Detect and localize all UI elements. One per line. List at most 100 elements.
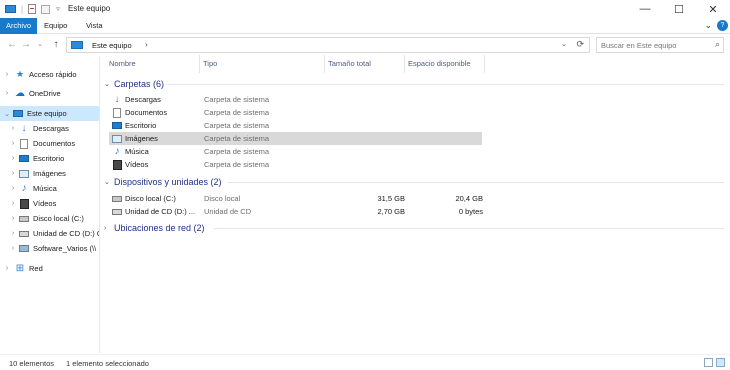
tab-equipo[interactable]: Equipo [38, 18, 73, 34]
help-icon[interactable]: ? [717, 20, 728, 31]
expand-chevron-icon[interactable]: › [9, 140, 17, 147]
sidebar-item-onedrive[interactable]: › ☁ OneDrive [0, 86, 99, 101]
sidebar-item-acceso-rapido[interactable]: › ★ Acceso rápido [0, 67, 99, 82]
group-header-devices[interactable]: ⌄ Dispositivos y unidades (2) [104, 176, 222, 188]
sidebar-item-label: OneDrive [29, 89, 61, 98]
picture-icon [112, 134, 122, 144]
sidebar-item-unidad-cd[interactable]: › Unidad de CD (D:) G [0, 226, 99, 241]
network-icon: ⊞ [15, 263, 25, 274]
list-item[interactable]: Unidad de CD (D:) ... Unidad de CD 2,70 … [109, 205, 483, 218]
ribbon-tabs: Archivo Equipo Vista ⌄ ? [0, 18, 730, 34]
item-name: Imágenes [125, 134, 158, 143]
disk-icon [112, 194, 122, 204]
new-folder-icon[interactable] [40, 3, 50, 15]
sidebar-item-label: Red [29, 264, 43, 273]
column-header-name[interactable]: Nombre [106, 55, 200, 73]
tab-archivo[interactable]: Archivo [0, 18, 38, 34]
expand-chevron-icon[interactable]: › [9, 245, 17, 252]
sidebar-item-label: Imágenes [33, 169, 66, 178]
sidebar-item-este-equipo[interactable]: ⌄ Este equipo [0, 106, 99, 121]
expand-chevron-icon[interactable]: › [9, 215, 17, 222]
expand-chevron-icon[interactable]: › [3, 90, 11, 97]
group-header-folders[interactable]: ⌄ Carpetas (6) [104, 78, 164, 90]
sidebar-item-musica[interactable]: › ♪ Música [0, 181, 99, 196]
sidebar-item-imagenes[interactable]: › Imágenes [0, 166, 99, 181]
network-drive-icon [19, 244, 29, 254]
back-button[interactable]: ← [6, 38, 18, 52]
document-icon [19, 138, 29, 149]
sidebar-item-label: Vídeos [33, 199, 57, 208]
group-divider [166, 84, 724, 85]
sidebar-item-label: Descargas [33, 124, 69, 133]
sidebar-item-escritorio[interactable]: › Escritorio [0, 151, 99, 166]
item-total-size: 31,5 GB [377, 194, 405, 203]
list-item-selected[interactable]: Imágenes Carpeta de sistema [109, 132, 482, 145]
collapse-chevron-icon[interactable]: ⌄ [104, 178, 114, 186]
breadcrumb-separator-icon[interactable]: › [145, 40, 148, 49]
expand-chevron-icon[interactable]: › [3, 265, 11, 272]
expand-chevron-icon[interactable]: › [104, 225, 114, 232]
item-type: Carpeta de sistema [204, 121, 270, 130]
computer-icon[interactable] [4, 3, 16, 15]
video-icon [19, 198, 29, 209]
forward-button[interactable]: → [20, 38, 32, 52]
collapse-chevron-icon[interactable]: ⌄ [104, 80, 114, 88]
sidebar-item-red[interactable]: › ⊞ Red [0, 261, 99, 276]
item-name: Escritorio [125, 121, 157, 130]
details-view-icon[interactable] [704, 358, 713, 367]
sidebar-item-label: Escritorio [33, 154, 65, 163]
breadcrumb[interactable]: Este equipo [92, 41, 132, 50]
expand-chevron-icon[interactable]: › [9, 200, 17, 207]
list-item[interactable]: Escritorio Carpeta de sistema [109, 119, 482, 132]
expand-chevron-icon[interactable]: › [9, 170, 17, 177]
address-bar[interactable]: Este equipo › ⌄ ⟳ [66, 37, 590, 53]
close-button[interactable]: ✕ [696, 0, 730, 18]
sidebar-item-disco-local[interactable]: › Disco local (C:) [0, 211, 99, 226]
properties-icon[interactable] [27, 3, 37, 15]
expand-chevron-icon[interactable]: › [9, 155, 17, 162]
item-total-size: 2,70 GB [377, 207, 405, 216]
group-title: Ubicaciones de red (2) [114, 223, 205, 233]
up-button[interactable]: ↑ [50, 38, 62, 52]
sidebar-item-label: Documentos [33, 139, 76, 148]
search-box[interactable]: Buscar en Este equipo ⌕ [596, 37, 724, 53]
window-title: Este equipo [68, 4, 111, 13]
sidebar-item-descargas[interactable]: › ↓ Descargas [0, 121, 99, 136]
music-icon: ♪ [114, 146, 120, 157]
quick-access-dropdown-icon[interactable]: ▿ [53, 3, 63, 15]
expand-chevron-icon[interactable]: › [9, 230, 17, 237]
minimize-button[interactable]: — [628, 0, 662, 18]
item-type: Carpeta de sistema [204, 147, 270, 156]
maximize-button[interactable]: ☐ [662, 0, 696, 18]
group-divider [228, 182, 724, 183]
search-input[interactable]: Buscar en Este equipo [601, 41, 676, 50]
column-header-type[interactable]: Tipo [200, 55, 325, 73]
sidebar-item-videos[interactable]: › Vídeos [0, 196, 99, 211]
expand-chevron-icon[interactable]: › [9, 125, 17, 132]
list-item[interactable]: Documentos Carpeta de sistema [109, 106, 482, 119]
expand-ribbon-icon[interactable]: ⌄ [704, 20, 712, 31]
tab-vista[interactable]: Vista [80, 18, 109, 34]
list-item[interactable]: ↓ Descargas Carpeta de sistema [109, 93, 482, 106]
group-header-network[interactable]: › Ubicaciones de red (2) [104, 222, 205, 234]
item-type: Unidad de CD [204, 207, 252, 216]
sidebar-item-software-varios[interactable]: › Software_Varios (\\ [0, 241, 99, 256]
list-item[interactable]: Disco local (C:) Disco local 31,5 GB 20,… [109, 192, 483, 205]
address-dropdown-icon[interactable]: ⌄ [561, 40, 567, 48]
column-header-total-size[interactable]: Tamaño total [325, 55, 405, 73]
expand-chevron-icon[interactable]: › [9, 185, 17, 192]
search-icon[interactable]: ⌕ [715, 39, 720, 50]
sidebar-item-label: Acceso rápido [29, 70, 77, 79]
refresh-icon[interactable]: ⟳ [576, 39, 584, 50]
large-icons-view-icon[interactable] [716, 358, 725, 367]
music-icon: ♪ [21, 183, 27, 194]
collapse-chevron-icon[interactable]: ⌄ [3, 110, 11, 118]
recent-locations-button[interactable]: ⌄ [34, 38, 46, 52]
selection-count: 1 elemento seleccionado [66, 359, 149, 368]
column-header-free-space[interactable]: Espacio disponible [405, 55, 485, 73]
list-item[interactable]: Vídeos Carpeta de sistema [109, 158, 482, 171]
sidebar-item-documentos[interactable]: › Documentos [0, 136, 99, 151]
list-item[interactable]: ♪ Música Carpeta de sistema [109, 145, 482, 158]
expand-chevron-icon[interactable]: › [3, 71, 11, 78]
sidebar-item-label: Música [33, 184, 57, 193]
